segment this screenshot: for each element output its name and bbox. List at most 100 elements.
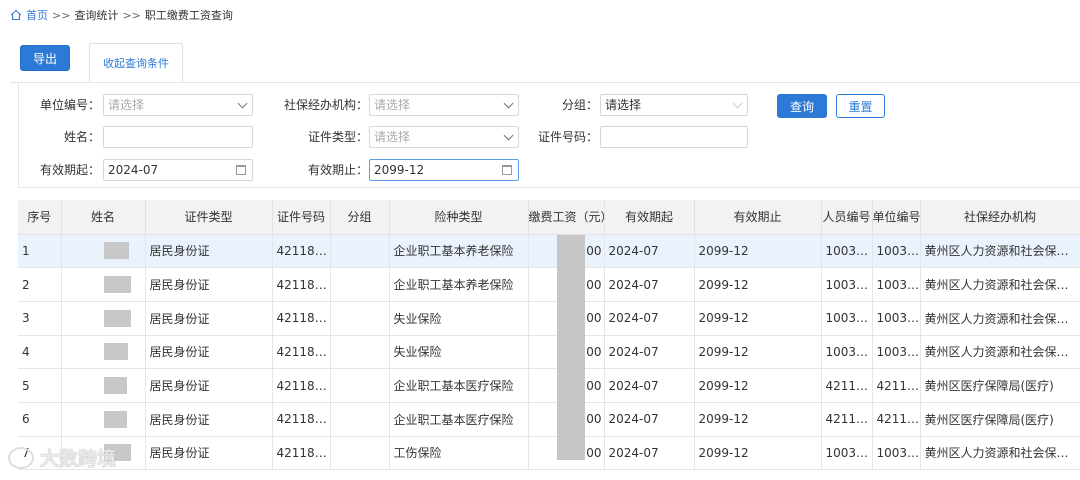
cell-agency: 黄州区人力资源和社会保障... bbox=[920, 436, 1080, 471]
cell-start: 2024-07 bbox=[604, 368, 695, 403]
col-header-insurance[interactable]: 险种类型 bbox=[389, 200, 529, 235]
col-header-wage[interactable]: 缴费工资（元） bbox=[528, 200, 605, 235]
col-header-unit-no[interactable]: 单位编号 bbox=[872, 200, 921, 235]
table-row[interactable]: 1 居民身份证 421181... 企业职工基本养老保险 .00 2024-07 2099-… bbox=[18, 234, 1080, 269]
col-header-end[interactable]: 有效期止 bbox=[694, 200, 822, 235]
cell-person-no: 10036... bbox=[821, 301, 873, 336]
cell-no: 2 bbox=[18, 267, 62, 302]
calendar-icon[interactable] bbox=[236, 165, 246, 175]
cell-no: 1 bbox=[18, 234, 62, 269]
cell-end: 2099-12 bbox=[694, 267, 822, 302]
unit-no-select[interactable]: 请选择 bbox=[103, 94, 253, 116]
cell-group bbox=[330, 335, 390, 370]
cell-group bbox=[330, 301, 390, 336]
cell-start: 2024-07 bbox=[604, 402, 695, 437]
cell-no: 3 bbox=[18, 301, 62, 336]
cell-cert-type: 居民身份证 bbox=[145, 234, 273, 269]
cert-type-placeholder: 请选择 bbox=[374, 130, 411, 144]
col-header-group[interactable]: 分组 bbox=[330, 200, 390, 235]
cell-group bbox=[330, 267, 390, 302]
table-row[interactable]: 7 居民身份证 421181... 工伤保险 .00 2024-07 2099-12 1003… bbox=[18, 436, 1080, 471]
chevron-down-icon bbox=[237, 98, 248, 109]
cell-name bbox=[61, 234, 146, 269]
unit-no-label: 单位编号： bbox=[39, 98, 100, 112]
cell-cert-type: 居民身份证 bbox=[145, 335, 273, 370]
calendar-icon[interactable] bbox=[502, 165, 512, 175]
cell-cert-type: 居民身份证 bbox=[145, 402, 273, 437]
export-button[interactable]: 导出 bbox=[20, 45, 70, 71]
cell-person-no: 10036... bbox=[821, 335, 873, 370]
cell-cert-no: 421181... bbox=[272, 234, 331, 269]
cert-type-select[interactable]: 请选择 bbox=[369, 126, 519, 148]
cell-cert-type: 居民身份证 bbox=[145, 267, 273, 302]
name-label: 姓名： bbox=[63, 130, 100, 144]
cell-start: 2024-07 bbox=[604, 335, 695, 370]
tab-collapse-query[interactable]: 收起查询条件 bbox=[89, 43, 183, 83]
col-header-agency[interactable]: 社保经办机构 bbox=[920, 200, 1080, 235]
cell-group bbox=[330, 234, 390, 269]
cell-agency: 黄州区人力资源和社会保障... bbox=[920, 267, 1080, 302]
table-row[interactable]: 4 居民身份证 421181... 失业保险 .00 2024-07 2099-12 1003… bbox=[18, 335, 1080, 370]
breadcrumb-separator: >> bbox=[122, 8, 141, 22]
table-row[interactable]: 5 居民身份证 421181... 企业职工基本医疗保险 .00 2024-07 2099-… bbox=[18, 368, 1080, 403]
cell-unit-no: 10037... bbox=[872, 335, 921, 370]
name-input[interactable] bbox=[103, 126, 253, 148]
col-header-start[interactable]: 有效期起 bbox=[604, 200, 695, 235]
reset-button[interactable]: 重置 bbox=[836, 94, 885, 118]
table-row[interactable]: 6 居民身份证 421181... 企业职工基本医疗保险 .00 2024-07 2099-… bbox=[18, 402, 1080, 437]
watermark-logo-icon bbox=[8, 446, 34, 469]
query-button[interactable]: 查询 bbox=[777, 94, 827, 118]
cell-cert-type: 居民身份证 bbox=[145, 436, 273, 471]
cell-agency: 黄州区人力资源和社会保障... bbox=[920, 301, 1080, 336]
home-icon[interactable] bbox=[10, 9, 22, 21]
col-header-name[interactable]: 姓名 bbox=[61, 200, 146, 235]
cell-unit-no: 42110... bbox=[872, 402, 921, 437]
cell-start: 2024-07 bbox=[604, 436, 695, 471]
breadcrumb-query-stats[interactable]: 查询统计 bbox=[74, 7, 118, 23]
cell-person-no: 42110... bbox=[821, 402, 873, 437]
cell-no: 5 bbox=[18, 368, 62, 403]
breadcrumb: 首页 >> 查询统计 >> 职工缴费工资查询 bbox=[10, 7, 233, 23]
end-date-picker[interactable]: 2099-12 bbox=[369, 159, 519, 181]
cell-name bbox=[61, 267, 146, 302]
cell-unit-no: 42110... bbox=[872, 368, 921, 403]
col-header-cert-no[interactable]: 证件号码 bbox=[272, 200, 331, 235]
chevron-down-icon bbox=[503, 130, 514, 141]
cell-end: 2099-12 bbox=[694, 402, 822, 437]
cell-person-no: 42110... bbox=[821, 368, 873, 403]
col-header-cert-type[interactable]: 证件类型 bbox=[145, 200, 273, 235]
end-date-value: 2099-12 bbox=[374, 163, 425, 177]
cell-end: 2099-12 bbox=[694, 301, 822, 336]
cell-insurance: 工伤保险 bbox=[389, 436, 529, 471]
cell-start: 2024-07 bbox=[604, 267, 695, 302]
agency-placeholder: 请选择 bbox=[374, 98, 411, 112]
group-select[interactable]: 请选择 bbox=[600, 94, 748, 116]
cell-agency: 黄州区医疗保障局(医疗) bbox=[920, 402, 1080, 437]
col-header-person-no[interactable]: 人员编号 bbox=[821, 200, 873, 235]
cell-unit-no: 10037... bbox=[872, 267, 921, 302]
name-redaction-mask bbox=[103, 410, 127, 428]
cell-cert-no: 421181... bbox=[272, 402, 331, 437]
cell-unit-no: 10037... bbox=[872, 436, 921, 471]
cert-no-label: 证件号码： bbox=[537, 130, 598, 144]
group-value: 请选择 bbox=[605, 98, 642, 112]
breadcrumb-home-link[interactable]: 首页 bbox=[26, 7, 48, 23]
table-row[interactable]: 2 居民身份证 421181... 企业职工基本养老保险 .00 2024-07 2099-… bbox=[18, 267, 1080, 302]
table-row[interactable]: 3 居民身份证 421181... 失业保险 .00 2024-07 2099-12 1003… bbox=[18, 301, 1080, 336]
start-date-picker[interactable]: 2024-07 bbox=[103, 159, 253, 181]
cert-no-input[interactable] bbox=[600, 126, 748, 148]
name-redaction-mask bbox=[103, 343, 128, 361]
end-date-label: 有效期止： bbox=[307, 163, 368, 177]
agency-select[interactable]: 请选择 bbox=[369, 94, 519, 116]
cell-cert-no: 421181... bbox=[272, 368, 331, 403]
start-date-label: 有效期起： bbox=[39, 163, 100, 177]
cell-name bbox=[61, 335, 146, 370]
cell-cert-no: 421181... bbox=[272, 436, 331, 471]
cell-group bbox=[330, 436, 390, 471]
cell-insurance: 企业职工基本养老保险 bbox=[389, 234, 529, 269]
cell-unit-no: 10037... bbox=[872, 234, 921, 269]
col-header-no[interactable]: 序号 bbox=[18, 200, 62, 235]
cell-insurance: 失业保险 bbox=[389, 301, 529, 336]
watermark-text: 大数跨境 bbox=[40, 448, 117, 470]
breadcrumb-current: 职工缴费工资查询 bbox=[144, 9, 233, 22]
